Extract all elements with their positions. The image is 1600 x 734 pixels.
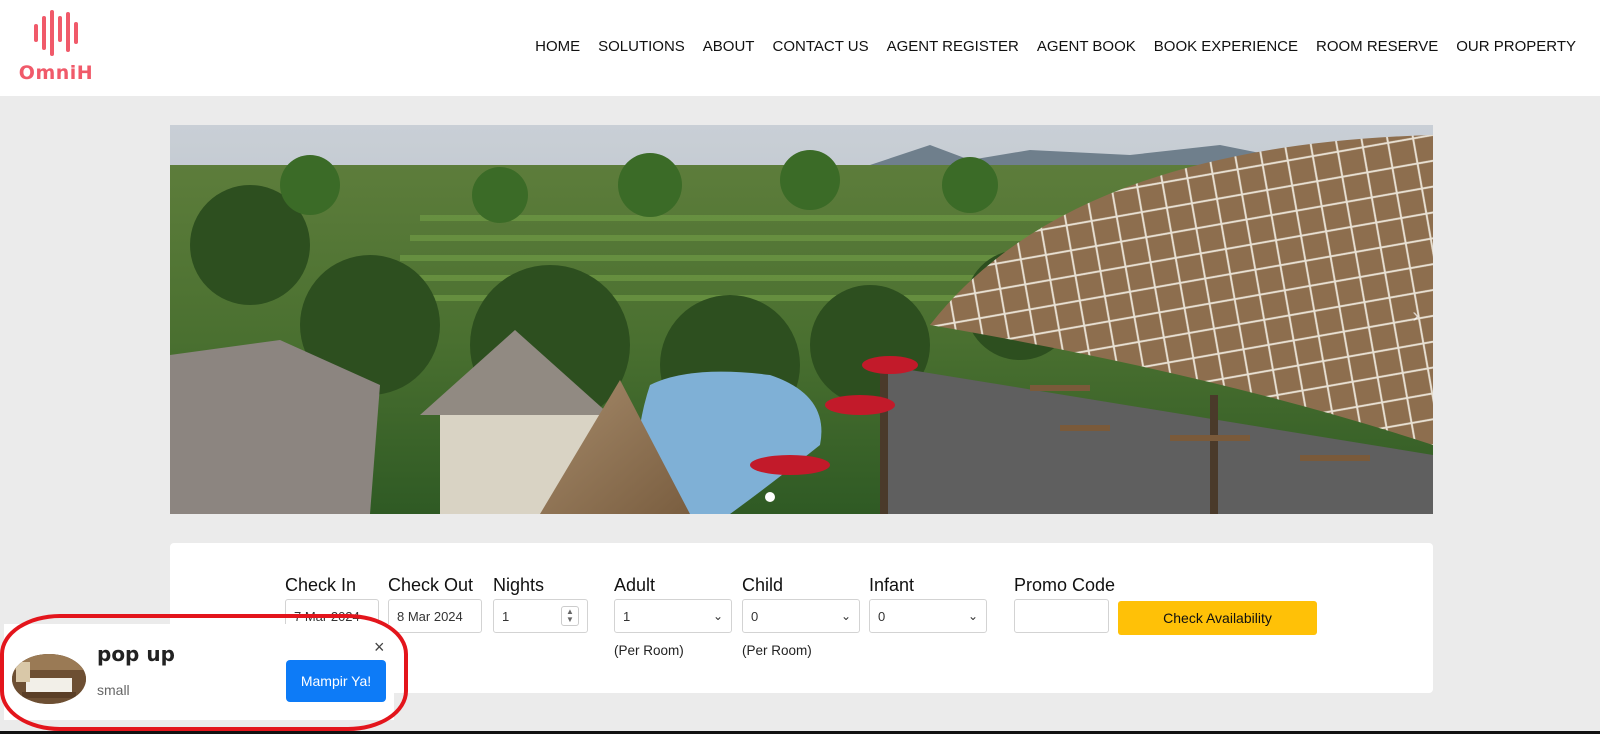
- nights-field: Nights 1 ▲ ▼: [493, 575, 588, 633]
- nav-solutions[interactable]: SOLUTIONS: [598, 38, 685, 55]
- infant-field: Infant 0 ⌄: [869, 575, 987, 633]
- main-nav: HOME SOLUTIONS ABOUT CONTACT US AGENT RE…: [535, 38, 1576, 55]
- chevron-down-icon: ⌄: [712, 609, 723, 623]
- chevron-right-icon[interactable]: ›: [1412, 305, 1419, 328]
- child-value: 0: [751, 608, 759, 624]
- check-availability-button[interactable]: Check Availability: [1118, 601, 1317, 635]
- chevron-down-icon: ⌄: [967, 609, 978, 623]
- hero-carousel[interactable]: ›: [170, 125, 1433, 514]
- brand-name: OmniH: [18, 62, 94, 84]
- child-select[interactable]: 0 ⌄: [742, 599, 860, 633]
- check-out-label: Check Out: [388, 575, 474, 595]
- popup-highlight-annotation: [0, 614, 408, 731]
- hero-resort-image: [170, 125, 1433, 514]
- infant-select[interactable]: 0 ⌄: [869, 599, 987, 633]
- check-out-value: 8 Mar 2024: [397, 608, 463, 624]
- nav-home[interactable]: HOME: [535, 38, 580, 55]
- brand-logo[interactable]: OmniH: [18, 8, 94, 86]
- adult-label: Adult: [614, 575, 656, 595]
- nav-our-property[interactable]: OUR PROPERTY: [1456, 38, 1576, 55]
- nav-agent-book[interactable]: AGENT BOOK: [1037, 38, 1136, 55]
- nav-contact-us[interactable]: CONTACT US: [772, 38, 868, 55]
- infant-label: Infant: [869, 575, 915, 595]
- infant-value: 0: [878, 608, 886, 624]
- chevron-down-icon: ⌄: [840, 609, 851, 623]
- adult-value: 1: [623, 608, 631, 624]
- adult-per-room-note: (Per Room): [614, 643, 684, 658]
- stepper-arrows-icon[interactable]: ▲ ▼: [561, 606, 579, 626]
- carousel-dot-1[interactable]: [765, 492, 775, 502]
- promo-code-field: Promo Code: [1014, 575, 1115, 633]
- child-per-room-note: (Per Room): [742, 643, 812, 658]
- promo-code-label: Promo Code: [1014, 575, 1116, 595]
- nights-label: Nights: [493, 575, 545, 595]
- check-in-label: Check In: [285, 575, 357, 595]
- nights-value: 1: [502, 608, 510, 624]
- check-out-field: Check Out 8 Mar 2024: [388, 575, 482, 633]
- adult-field: Adult 1 ⌄ (Per Room): [614, 575, 732, 658]
- logo-mark-icon: [34, 10, 78, 56]
- promo-code-input[interactable]: [1014, 599, 1109, 633]
- nav-book-experience[interactable]: BOOK EXPERIENCE: [1154, 38, 1298, 55]
- site-header: OmniH HOME SOLUTIONS ABOUT CONTACT US AG…: [0, 0, 1600, 96]
- nav-room-reserve[interactable]: ROOM RESERVE: [1316, 38, 1438, 55]
- nav-agent-register[interactable]: AGENT REGISTER: [887, 38, 1019, 55]
- nav-about[interactable]: ABOUT: [703, 38, 755, 55]
- child-field: Child 0 ⌄ (Per Room): [742, 575, 860, 658]
- carousel-indicators: [765, 492, 775, 502]
- check-out-input[interactable]: 8 Mar 2024: [388, 599, 482, 633]
- child-label: Child: [742, 575, 784, 595]
- nights-stepper[interactable]: 1 ▲ ▼: [493, 599, 588, 633]
- adult-select[interactable]: 1 ⌄: [614, 599, 732, 633]
